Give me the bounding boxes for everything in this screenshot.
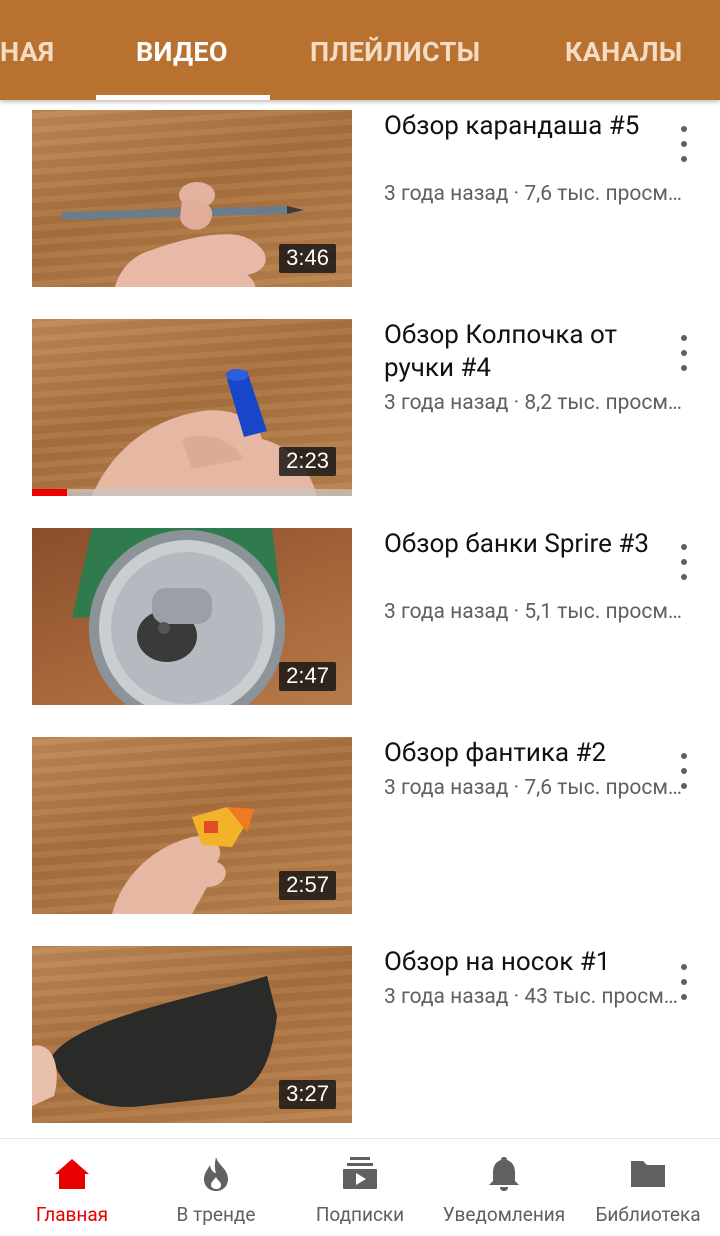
more-options-icon[interactable]: [672, 124, 696, 164]
video-meta: 3 года назад · 5,1 тыс. просмотров: [384, 600, 684, 624]
tab-home[interactable]: НАЯ: [0, 0, 54, 100]
nav-subscriptions[interactable]: Подписки: [288, 1139, 432, 1236]
nav-library[interactable]: Библиотека: [576, 1139, 720, 1236]
nav-trending[interactable]: В тренде: [144, 1139, 288, 1236]
home-icon: [55, 1159, 89, 1189]
tab-videos[interactable]: ВИДЕО: [136, 0, 228, 100]
video-title[interactable]: Обзор банки Sprire #3: [384, 528, 664, 561]
video-meta: 3 года назад · 7,6 тыс. просмотров: [384, 776, 684, 800]
video-item[interactable]: 2:47 Обзор банки Sprire #3 3 года назад …: [0, 528, 720, 708]
video-thumbnail[interactable]: 2:47: [32, 528, 352, 705]
more-options-icon[interactable]: [672, 542, 696, 582]
channel-tab-bar: НАЯ ВИДЕО ПЛЕЙЛИСТЫ КАНАЛЫ: [0, 0, 720, 100]
bell-icon: [489, 1157, 519, 1191]
video-meta: 3 года назад · 8,2 тыс. просмотров: [384, 391, 684, 415]
active-tab-indicator: [96, 95, 270, 100]
video-duration: 2:23: [279, 447, 336, 476]
video-thumbnail[interactable]: 3:46: [32, 110, 352, 287]
watch-progress-fill: [32, 489, 68, 496]
subscriptions-icon: [343, 1157, 377, 1189]
nav-home[interactable]: Главная: [0, 1139, 144, 1236]
bottom-navigation: Главная В тренде Подписки Уведомления Би…: [0, 1138, 720, 1236]
tab-channels[interactable]: КАНАЛЫ: [565, 0, 683, 100]
video-thumbnail[interactable]: 3:27: [32, 946, 352, 1123]
video-title[interactable]: Обзор на носок #1: [384, 946, 664, 979]
video-meta: 3 года назад · 43 тыс. просмотров: [384, 985, 684, 1009]
trending-icon: [204, 1157, 228, 1191]
video-thumbnail[interactable]: 2:57: [32, 737, 352, 914]
video-title[interactable]: Обзор фантика #2: [384, 737, 664, 770]
library-icon: [631, 1161, 665, 1187]
video-thumbnail[interactable]: 2:23: [32, 319, 352, 496]
video-item[interactable]: 2:23 Обзор Колпочка от ручки #4 3 года н…: [0, 319, 720, 499]
video-duration: 2:47: [279, 662, 336, 691]
video-title[interactable]: Обзор карандаша #5: [384, 110, 664, 143]
more-options-icon[interactable]: [672, 333, 696, 373]
video-item[interactable]: 3:46 Обзор карандаша #5 3 года назад · 7…: [0, 110, 720, 290]
video-duration: 3:46: [279, 244, 336, 273]
more-options-icon[interactable]: [672, 962, 696, 1002]
watch-progress-bar: [32, 489, 352, 496]
more-options-icon[interactable]: [672, 751, 696, 791]
video-meta: 3 года назад · 7,6 тыс. просмотров: [384, 182, 684, 206]
video-duration: 3:27: [279, 1080, 336, 1109]
video-title[interactable]: Обзор Колпочка от ручки #4: [384, 319, 664, 385]
video-item[interactable]: 2:57 Обзор фантика #2 3 года назад · 7,6…: [0, 737, 720, 917]
nav-subscriptions-label: Подписки: [315, 1203, 405, 1226]
nav-home-label: Главная: [35, 1203, 109, 1226]
tab-playlists[interactable]: ПЛЕЙЛИСТЫ: [310, 0, 480, 100]
nav-notifications-label: Уведомления: [442, 1203, 566, 1226]
nav-library-label: Библиотека: [595, 1203, 701, 1226]
nav-trending-label: В тренде: [176, 1203, 256, 1226]
video-duration: 2:57: [279, 871, 336, 900]
video-item[interactable]: 3:27 Обзор на носок #1 3 года назад · 43…: [0, 946, 720, 1126]
nav-notifications[interactable]: Уведомления: [432, 1139, 576, 1236]
